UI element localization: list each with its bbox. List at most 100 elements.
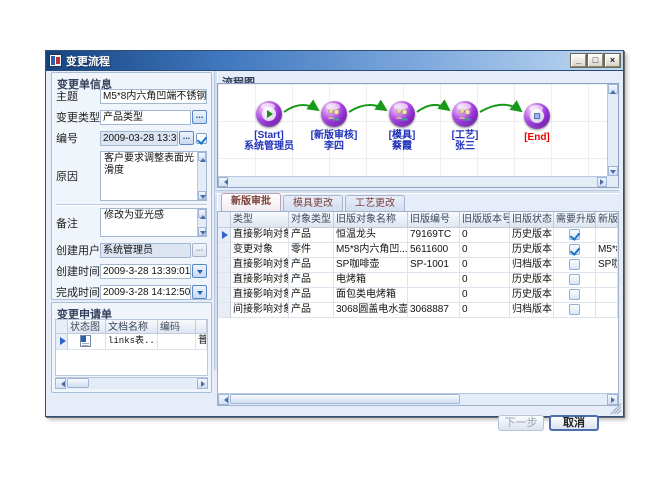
remark-row: 备注 修改为亚光感: [56, 208, 207, 237]
scroll-left-icon[interactable]: [55, 378, 66, 389]
scroll-right-icon[interactable]: [597, 177, 607, 187]
col-extra[interactable]: [196, 320, 207, 334]
scroll-down-icon[interactable]: [198, 227, 206, 236]
detail-hscrollbar[interactable]: [218, 393, 618, 405]
col-obj-type[interactable]: 对象类型: [289, 212, 334, 228]
row-indicator-header: [218, 212, 231, 228]
upgrade-checkbox[interactable]: [569, 289, 580, 300]
scroll-down-icon[interactable]: [608, 166, 618, 176]
remark-textarea[interactable]: 修改为亚光感: [100, 208, 207, 237]
change-type-row: 变更类型 产品类型 ...: [56, 109, 207, 125]
col-type[interactable]: 类型: [231, 212, 289, 228]
col-status-icon[interactable]: 状态图: [68, 320, 106, 334]
table-row[interactable]: 直接影响对象产品 SP咖啡壶SP-1001 0归档版本 SP咖: [218, 258, 618, 273]
creator-input[interactable]: 系统管理员: [100, 243, 191, 258]
remark-label: 备注: [56, 215, 100, 231]
maximize-button[interactable]: □: [588, 54, 603, 67]
table-row[interactable]: 直接影响对象产品 恒温龙头79169TC 0历史版本: [218, 228, 618, 243]
col-code[interactable]: 编码: [158, 320, 196, 334]
finish-time-row: 完成时间 2009-3-28 14:12:50: [56, 284, 207, 300]
minimize-button[interactable]: _: [571, 54, 586, 67]
change-type-input[interactable]: 产品类型: [100, 110, 191, 125]
upgrade-checkbox[interactable]: [569, 229, 580, 240]
selected-row-icon: [222, 231, 231, 239]
code-cell: [158, 334, 196, 350]
table-row[interactable]: 变更对象零件 M5*8内六角凹...5611600 0历史版本 M5*8: [218, 243, 618, 258]
tab-mold-change[interactable]: 模具更改: [283, 195, 343, 211]
upgrade-checkbox[interactable]: [569, 259, 580, 270]
reason-text: 客户要求调整表面光滑度: [104, 153, 194, 176]
request-hscrollbar[interactable]: [55, 377, 208, 389]
scroll-up-icon[interactable]: [198, 209, 206, 218]
scroll-down-icon[interactable]: [198, 191, 206, 200]
col-old-no[interactable]: 旧版编号: [408, 212, 460, 228]
people-icon: [321, 101, 347, 127]
close-button[interactable]: ×: [605, 54, 620, 67]
cancel-button[interactable]: 取消: [549, 415, 599, 431]
finish-time-dropdown-icon[interactable]: [192, 285, 207, 299]
subject-input[interactable]: M5*8内六角凹端不锈钢紧固螺钉: [100, 89, 207, 104]
title-bar[interactable]: 变更流程 _ □ ×: [46, 51, 623, 71]
subject-label: 主题: [56, 88, 100, 104]
reason-textarea[interactable]: 客户要求调整表面光滑度: [100, 151, 207, 201]
number-picker-button[interactable]: ...: [179, 131, 194, 145]
cube-icon: [534, 113, 540, 119]
scrollbar-thumb[interactable]: [67, 378, 89, 388]
col-old-status[interactable]: 旧版状态: [510, 212, 554, 228]
number-checkbox[interactable]: [196, 133, 207, 144]
node-caption: [End]: [495, 132, 579, 143]
number-row: 编号 2009-03-28 13:39:01 ...: [56, 130, 207, 146]
scrollbar-thumb[interactable]: [230, 394, 460, 404]
upgrade-checkbox[interactable]: [569, 244, 580, 255]
create-time-input[interactable]: 2009-3-28 13:39:01: [100, 264, 191, 279]
people-icon: [452, 101, 478, 127]
scroll-up-icon[interactable]: [608, 84, 618, 94]
number-input[interactable]: 2009-03-28 13:39:01: [100, 131, 178, 146]
col-old-name[interactable]: 旧版对象名称: [334, 212, 408, 228]
scroll-left-icon[interactable]: [218, 394, 229, 405]
flow-hscrollbar[interactable]: [218, 176, 607, 187]
window-body: 变更单信息 主题 M5*8内六角凹端不锈钢紧固螺钉 变更类型 产品类型 ... …: [46, 71, 623, 416]
table-row[interactable]: 间接影响对象产品 3068圆盖电水壶3068887 0归档版本: [218, 303, 618, 318]
request-row[interactable]: links表... 普通: [56, 334, 207, 350]
creator-label: 创建用户: [56, 242, 100, 258]
tab-new-version-approval[interactable]: 新版审批: [221, 193, 281, 211]
flow-vscrollbar[interactable]: [607, 84, 618, 176]
finish-time-input[interactable]: 2009-3-28 14:12:50: [100, 285, 191, 300]
people-icon: [389, 101, 415, 127]
play-icon: [267, 110, 277, 118]
remark-scrollbar[interactable]: [197, 209, 206, 236]
change-process-window: 变更流程 _ □ × 变更单信息 主题 M5*8内六角凹端不锈钢紧固螺钉 变更类…: [45, 50, 624, 417]
end-node-icon: [524, 103, 550, 129]
scroll-up-icon[interactable]: [198, 152, 206, 161]
tab-craft-change[interactable]: 工艺更改: [345, 195, 405, 211]
number-label: 编号: [56, 130, 100, 146]
flow-node-end[interactable]: [End]: [495, 103, 579, 143]
change-info-panel: 变更单信息 主题 M5*8内六角凹端不锈钢紧固螺钉 变更类型 产品类型 ... …: [51, 72, 212, 300]
reason-scrollbar[interactable]: [197, 152, 206, 200]
resize-grip-icon[interactable]: [610, 403, 621, 414]
doc-name-cell: links表...: [106, 334, 158, 350]
flow-chart-canvas[interactable]: [Start] 系统管理员 [新版审核] 李四: [218, 84, 607, 176]
col-new-name[interactable]: 新版: [596, 212, 618, 228]
scroll-right-icon[interactable]: [197, 378, 208, 389]
scroll-left-icon[interactable]: [218, 177, 228, 187]
col-doc-name[interactable]: 文档名称: [106, 320, 158, 334]
flow-chart-panel: [Start] 系统管理员 [新版审核] 李四: [217, 83, 619, 188]
col-old-ver[interactable]: 旧版版本号: [460, 212, 510, 228]
scrollbar-corner: [607, 176, 618, 187]
table-row[interactable]: 直接影响对象产品 面包类电烤箱 0历史版本: [218, 288, 618, 303]
table-row[interactable]: 直接影响对象产品 电烤箱 0历史版本: [218, 273, 618, 288]
create-time-dropdown-icon[interactable]: [192, 264, 207, 278]
request-grid: 状态图 文档名称 编码 links表... 普通: [55, 319, 208, 376]
col-upgrade[interactable]: 需要升版: [554, 212, 596, 228]
remark-text: 修改为亚光感: [104, 210, 164, 221]
change-type-picker-button[interactable]: ...: [192, 110, 207, 124]
upgrade-checkbox[interactable]: [569, 274, 580, 285]
upgrade-checkbox[interactable]: [569, 304, 580, 315]
reason-label: 原因: [56, 168, 100, 184]
detail-grid: 类型 对象类型 旧版对象名称 旧版编号 旧版版本号 旧版状态 需要升版 新版 直…: [217, 211, 619, 406]
detail-tabbar: 新版审批 模具更改 工艺更改: [221, 193, 405, 211]
window-title: 变更流程: [66, 53, 571, 69]
change-type-label: 变更类型: [56, 109, 100, 125]
